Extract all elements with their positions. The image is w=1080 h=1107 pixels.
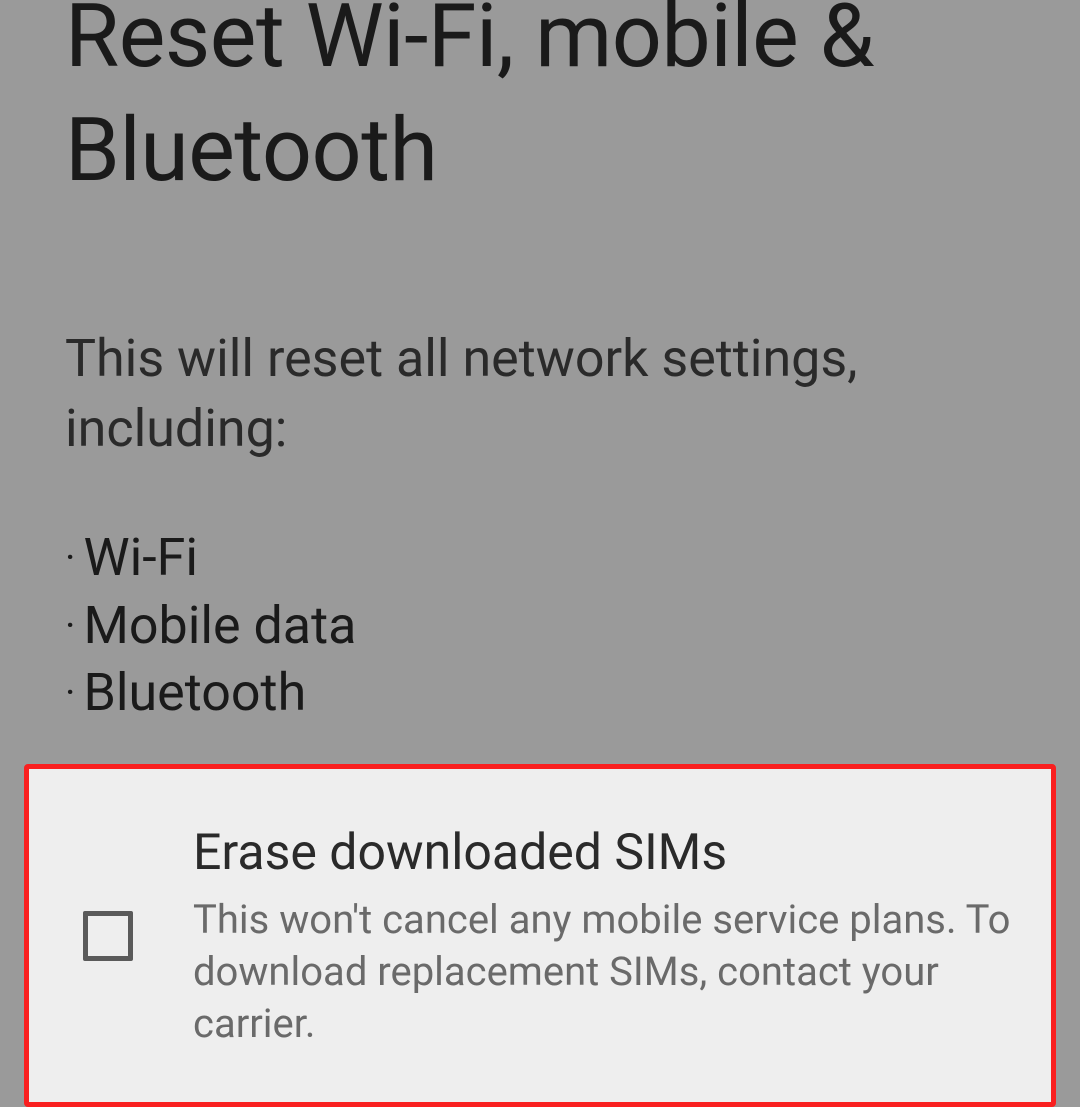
bullet-dot-icon: · <box>65 673 75 713</box>
erase-sims-checkbox[interactable] <box>83 911 133 961</box>
bullet-label: Mobile data <box>83 592 356 660</box>
bullet-item-wifi: · Wi-Fi <box>65 524 1015 592</box>
option-subtitle: This won't cancel any mobile service pla… <box>193 894 1021 1050</box>
bullet-dot-icon: · <box>65 538 75 578</box>
bullet-label: Bluetooth <box>83 659 306 727</box>
description-text: This will reset all network settings, in… <box>0 324 1080 464</box>
bullet-item-bluetooth: · Bluetooth <box>65 659 1015 727</box>
option-text-container: Erase downloaded SIMs This won't cancel … <box>193 821 1021 1050</box>
page-title: Reset Wi-Fi, mobile & Bluetooth <box>0 0 1080 209</box>
erase-sims-option[interactable]: Erase downloaded SIMs This won't cancel … <box>24 764 1056 1107</box>
bullet-dot-icon: · <box>65 606 75 646</box>
bullet-label: Wi-Fi <box>83 524 198 592</box>
option-title: Erase downloaded SIMs <box>193 821 1021 886</box>
bullet-item-mobile-data: · Mobile data <box>65 592 1015 660</box>
bullet-list: · Wi-Fi · Mobile data · Bluetooth <box>0 524 1080 727</box>
